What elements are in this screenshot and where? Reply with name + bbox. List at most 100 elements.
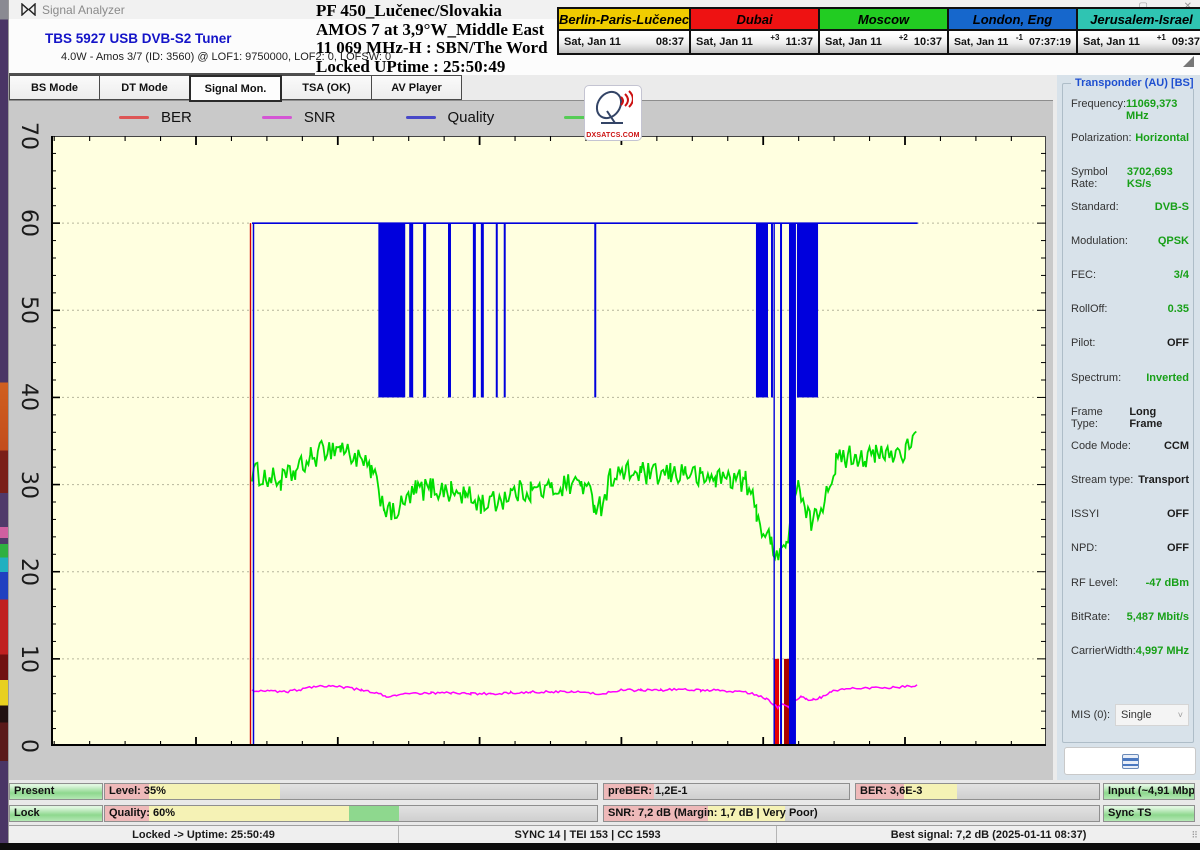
meter-level-35-: Level: 35% (104, 783, 598, 800)
field-value: CCM (1164, 440, 1191, 452)
clock-date: Sat, Jan 11 (1083, 36, 1157, 48)
field-label: BitRate: (1071, 611, 1110, 623)
field-label: ISSYI (1071, 508, 1099, 520)
transponder-row: CarrierWidth:4,997 MHz (1071, 645, 1191, 679)
y-axis-label: 50 (17, 295, 41, 325)
clock-panel[interactable]: Jerusalem-IsraelSat, Jan 11+109:37 (1076, 7, 1200, 55)
field-label: Pilot: (1071, 337, 1095, 349)
quality-dip (797, 223, 818, 397)
y-axis-label: 40 (17, 382, 41, 412)
meter-label: Quality: 60% (109, 807, 175, 819)
y-axis-label: 0 (17, 731, 41, 761)
y-axis-label: 10 (17, 644, 41, 674)
field-label: Frame Type: (1071, 406, 1129, 430)
legend-item: SNR (262, 109, 336, 126)
mis-select[interactable]: Single ˅ (1115, 704, 1189, 726)
field-value: 3/4 (1174, 269, 1191, 281)
y-axis-label: 70 (17, 121, 41, 151)
detail-view-button[interactable] (1064, 747, 1196, 775)
y-axis-label: 30 (17, 470, 41, 500)
field-label: Frequency: (1071, 98, 1126, 110)
quality-dip (409, 223, 413, 397)
field-label: Polarization: (1071, 132, 1132, 144)
field-value: Inverted (1146, 372, 1191, 384)
meter-label: Sync TS (1108, 807, 1151, 819)
clocks-resize-grip[interactable] (1183, 56, 1194, 67)
ber-spike (784, 659, 789, 746)
clock-time: 07:37:19 (1029, 36, 1071, 48)
quality-dip (448, 223, 451, 397)
mode-button-tsa-ok-[interactable]: TSA (OK) (281, 75, 372, 100)
mis-selected-value: Single (1121, 709, 1152, 721)
meter-label: BER: 3,6E-3 (860, 785, 922, 797)
field-label: Standard: (1071, 201, 1119, 213)
header-text: PF 450_Lučenec/Slovakia AMOS 7 at 3,9°W_… (316, 2, 548, 76)
legend-label: SNR (304, 109, 336, 126)
field-value: 5,487 Mbit/s (1127, 611, 1191, 623)
clock-panel[interactable]: MoscowSat, Jan 11+210:37 (818, 7, 949, 55)
resize-grip-icon[interactable]: ⠿ (1191, 830, 1199, 841)
transponder-row: Pilot:OFF (1071, 337, 1191, 371)
y-axis-label: 60 (17, 208, 41, 238)
window-title: Signal Analyzer (42, 3, 125, 17)
dxsatcs-logo: DXSATCS.COM (584, 85, 642, 141)
transponder-row: Stream type: Transport (1071, 474, 1191, 508)
chart-legend: BERSNRQualityLevel (119, 109, 642, 126)
quality-dip (756, 223, 768, 397)
transponder-panel: Transponder (AU) [BS] Frequency:11069,37… (1057, 75, 1200, 783)
meter-ber-3-6e-3: BER: 3,6E-3 (855, 783, 1100, 800)
transponder-row: Standard: DVB-S (1071, 201, 1191, 235)
legend-item: Quality (406, 109, 495, 126)
field-label: Modulation: (1071, 235, 1128, 247)
meter-label: Level: 35% (109, 785, 166, 797)
mode-button-dt-mode[interactable]: DT Mode (99, 75, 190, 100)
quality-dip (496, 223, 498, 397)
world-clocks[interactable]: Berlin-Paris-LučenecSat, Jan 1108:37Duba… (557, 7, 1200, 55)
field-value: DVB-S (1155, 201, 1191, 213)
mode-button-av-player[interactable]: AV Player (371, 75, 462, 100)
meter-label: SNR: 7,2 dB (Margin: 1,7 dB | Very Poor) (608, 807, 818, 819)
signal-meters: PresentLevel: 35%preBER: 1,2E-1BER: 3,6E… (9, 780, 1200, 825)
clock-panel[interactable]: London, EngSat, Jan 11-107:37:19 (947, 7, 1078, 55)
field-value: 0.35 (1168, 303, 1191, 315)
status-bar: Locked -> Uptime: 25:50:49 SYNC 14 | TEI … (9, 825, 1200, 843)
field-value: 3702,693 KS/s (1127, 166, 1191, 190)
clock-body: Sat, Jan 11-107:37:19 (947, 31, 1078, 55)
clock-body: Sat, Jan 11+109:37 (1076, 31, 1200, 55)
toolbar: BS ModeDT ModeSignal Mon.TSA (OK)AV Play… (9, 75, 461, 100)
clock-date: Sat, Jan 11 (954, 36, 1016, 48)
groupbox-title: Transponder (AU) [BS] (1071, 77, 1198, 89)
clock-panel[interactable]: Berlin-Paris-LučenecSat, Jan 1108:37 (557, 7, 691, 55)
legend-swatch (262, 116, 292, 119)
meter-label: preBER: 1,2E-1 (608, 785, 687, 797)
status-section: Locked -> Uptime: 25:50:49 (9, 826, 399, 843)
field-value: Transport (1138, 474, 1191, 486)
mode-button-bs-mode[interactable]: BS Mode (9, 75, 100, 100)
list-icon (1122, 754, 1139, 769)
quality-dip (481, 223, 484, 397)
status-text: Locked -> Uptime: 25:50:49 (132, 829, 275, 841)
y-axis-label: 20 (17, 557, 41, 587)
clock-time: 08:37 (656, 36, 684, 48)
mode-button-signal-mon-[interactable]: Signal Mon. (189, 75, 282, 102)
field-value: QPSK (1158, 235, 1191, 247)
field-value: Horizontal (1135, 132, 1191, 144)
chevron-down-icon: ˅ (1178, 710, 1183, 720)
quality-dip (378, 223, 405, 397)
header-line: 11 069 MHz-H : SBN/The Word (316, 39, 548, 58)
screen-bottom-edge (0, 843, 1200, 850)
clock-panel[interactable]: DubaiSat, Jan 11+311:37 (689, 7, 820, 55)
meter-lock: Lock (9, 805, 103, 822)
transponder-row: NPD:OFF (1071, 542, 1191, 576)
field-value: OFF (1167, 508, 1191, 520)
transponder-row: FEC: 3/4 (1071, 269, 1191, 303)
meter-fill-segment (349, 806, 399, 821)
quality-dip (423, 223, 426, 397)
transponder-row: BitRate: 5,487 Mbit/s (1071, 611, 1191, 645)
status-section: SYNC 14 | TEI 153 | CC 1593 (399, 826, 777, 843)
field-label: Stream type: (1071, 474, 1133, 486)
meter-label: Lock (14, 807, 40, 819)
quality-dip (594, 223, 596, 397)
field-label: FEC: (1071, 269, 1096, 281)
field-value: OFF (1167, 542, 1191, 554)
